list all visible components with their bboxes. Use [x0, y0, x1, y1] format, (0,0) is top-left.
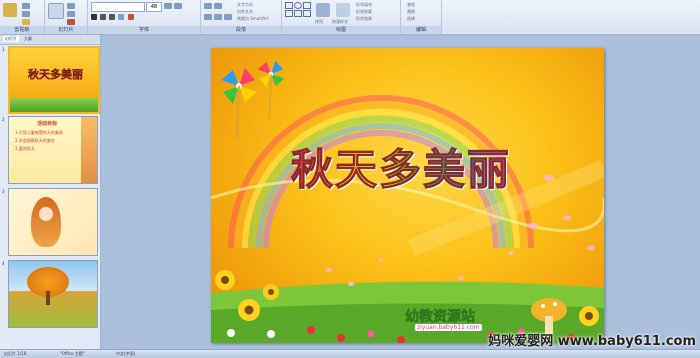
slides-group: 幻灯片 — [45, 0, 88, 34]
slide-thumbnail-3[interactable] — [8, 188, 98, 256]
select-button[interactable]: 选择 — [407, 16, 415, 22]
arrow-shape-icon[interactable] — [303, 2, 311, 9]
star-shape-icon[interactable] — [303, 10, 311, 17]
quick-styles-button[interactable] — [336, 3, 350, 17]
autumn-girl-illustration — [31, 197, 61, 247]
convert-smartart-button[interactable]: 转换为 SmartArt — [237, 16, 268, 22]
language-status: 中文(中国) — [116, 351, 136, 356]
quick-styles-label: 快速样式 — [332, 19, 348, 24]
reset-icon[interactable] — [67, 11, 75, 17]
clipboard-group: 剪贴板 — [0, 0, 45, 34]
pinwheel-left — [221, 68, 257, 139]
paste-button[interactable] — [3, 3, 17, 17]
thumbnail-grass — [10, 98, 98, 112]
shape-fill-button[interactable]: 形状填充 — [356, 2, 372, 8]
main-slide[interactable]: 秋天多美丽 幼教资源站 ziyuan.baby611.com — [211, 48, 604, 343]
slide-panel: 幻灯片 大纲 1 秋天多美丽 2 活动目标 1.引导儿童感受秋天的美丽 2.学会… — [0, 35, 101, 350]
ribbon: 剪贴板 幻灯片 48 字体 文字方向 对齐文本 转换为 SmartArt 段落 — [0, 0, 700, 35]
shape-outline-button[interactable]: 形状轮廓 — [356, 9, 372, 15]
text-direction-button[interactable]: 文字方向 — [237, 2, 253, 8]
grow-font-icon[interactable] — [164, 3, 172, 9]
site-logo: 幼教资源站 — [405, 309, 476, 326]
font-color-icon[interactable] — [128, 14, 134, 20]
paragraph-group: 文字方向 对齐文本 转换为 SmartArt 段落 — [201, 0, 282, 34]
thumbnail-line-1: 1.引导儿童感受秋天的美丽 — [15, 130, 63, 135]
slides-label: 幻灯片 — [45, 26, 87, 34]
new-slide-button[interactable] — [48, 3, 64, 19]
thumbnail-line-3: 3.喜欢秋天 — [15, 146, 35, 151]
slide-canvas: 秋天多美丽 幼教资源站 ziyuan.baby611.com — [101, 35, 700, 350]
thumbnail-title: 秋天多美丽 — [28, 68, 83, 81]
font-name-box[interactable] — [91, 2, 145, 12]
shape-effects-button[interactable]: 形状效果 — [356, 16, 372, 22]
pinwheel-right — [257, 60, 285, 120]
align-center-icon[interactable] — [214, 14, 222, 20]
italic-icon[interactable] — [100, 14, 106, 20]
font-size-box[interactable]: 48 — [146, 2, 162, 12]
slide-title[interactable]: 秋天多美丽 — [290, 136, 511, 197]
clipboard-label: 剪贴板 — [0, 26, 44, 34]
thumbnail-leaves — [81, 117, 97, 183]
slide-thumbnail-2[interactable]: 活动目标 1.引导儿童感受秋天的美丽 2.学会观察秋天的变化 3.喜欢秋天 — [8, 116, 98, 184]
delete-slide-icon[interactable] — [67, 19, 75, 25]
align-right-icon[interactable] — [224, 14, 232, 20]
line-shape-icon[interactable] — [285, 10, 293, 17]
theme-status: "Office 主题" — [60, 351, 85, 356]
underline-icon[interactable] — [109, 14, 115, 20]
copy-icon[interactable] — [22, 11, 30, 17]
align-left-icon[interactable] — [204, 14, 212, 20]
slide-count-status: 幻灯片 1/18 — [4, 351, 27, 356]
format-painter-icon[interactable] — [22, 19, 30, 25]
bullets-icon[interactable] — [204, 3, 212, 9]
bold-icon[interactable] — [91, 14, 97, 20]
girl-face — [39, 207, 53, 221]
slide-thumbnail-4[interactable] — [8, 260, 98, 328]
align-text-button[interactable]: 对齐文本 — [237, 9, 253, 15]
slide-number-3: 3 — [2, 189, 5, 194]
rectangle-shape-icon[interactable] — [285, 2, 293, 9]
panel-tabs: 幻灯片 大纲 — [0, 35, 100, 45]
slide-number-1: 1 — [2, 47, 5, 52]
site-logo-url: ziyuan.baby611.com — [415, 324, 482, 331]
tab-slides[interactable]: 幻灯片 — [3, 36, 19, 42]
replace-button[interactable]: 替换 — [407, 9, 415, 15]
slide-number-4: 4 — [2, 261, 5, 266]
font-group: 48 字体 — [88, 0, 201, 34]
cut-icon[interactable] — [22, 3, 30, 9]
editing-label: 编辑 — [401, 26, 441, 34]
slide-number-2: 2 — [2, 117, 5, 122]
slide-thumbnail-1[interactable]: 秋天多美丽 — [8, 46, 100, 114]
tree-trunk — [46, 291, 50, 305]
strikethrough-icon[interactable] — [118, 14, 124, 20]
drawing-label: 绘图 — [282, 26, 400, 34]
thumbnail-heading: 活动目标 — [37, 121, 58, 127]
watermark: 妈咪爱婴网 www.baby611.com — [488, 334, 696, 349]
arrange-label: 排列 — [315, 19, 323, 24]
numbering-icon[interactable] — [214, 3, 222, 9]
triangle-shape-icon[interactable] — [294, 10, 302, 17]
font-label: 字体 — [88, 26, 200, 34]
status-bar: 幻灯片 1/18 "Office 主题" 中文(中国) — [0, 349, 700, 358]
paragraph-label: 段落 — [201, 26, 281, 34]
layout-icon[interactable] — [67, 3, 75, 9]
shrink-font-icon[interactable] — [174, 3, 182, 9]
editing-group: 查找 替换 选择 编辑 — [401, 0, 442, 34]
thumbnail-line-2: 2.学会观察秋天的变化 — [15, 138, 55, 143]
tab-outline[interactable]: 大纲 — [24, 36, 32, 42]
drawing-group: 排列 快速样式 形状填充 形状轮廓 形状效果 绘图 — [282, 0, 401, 34]
arrange-button[interactable] — [316, 3, 330, 17]
oval-shape-icon[interactable] — [294, 2, 302, 9]
find-button[interactable]: 查找 — [407, 2, 415, 8]
